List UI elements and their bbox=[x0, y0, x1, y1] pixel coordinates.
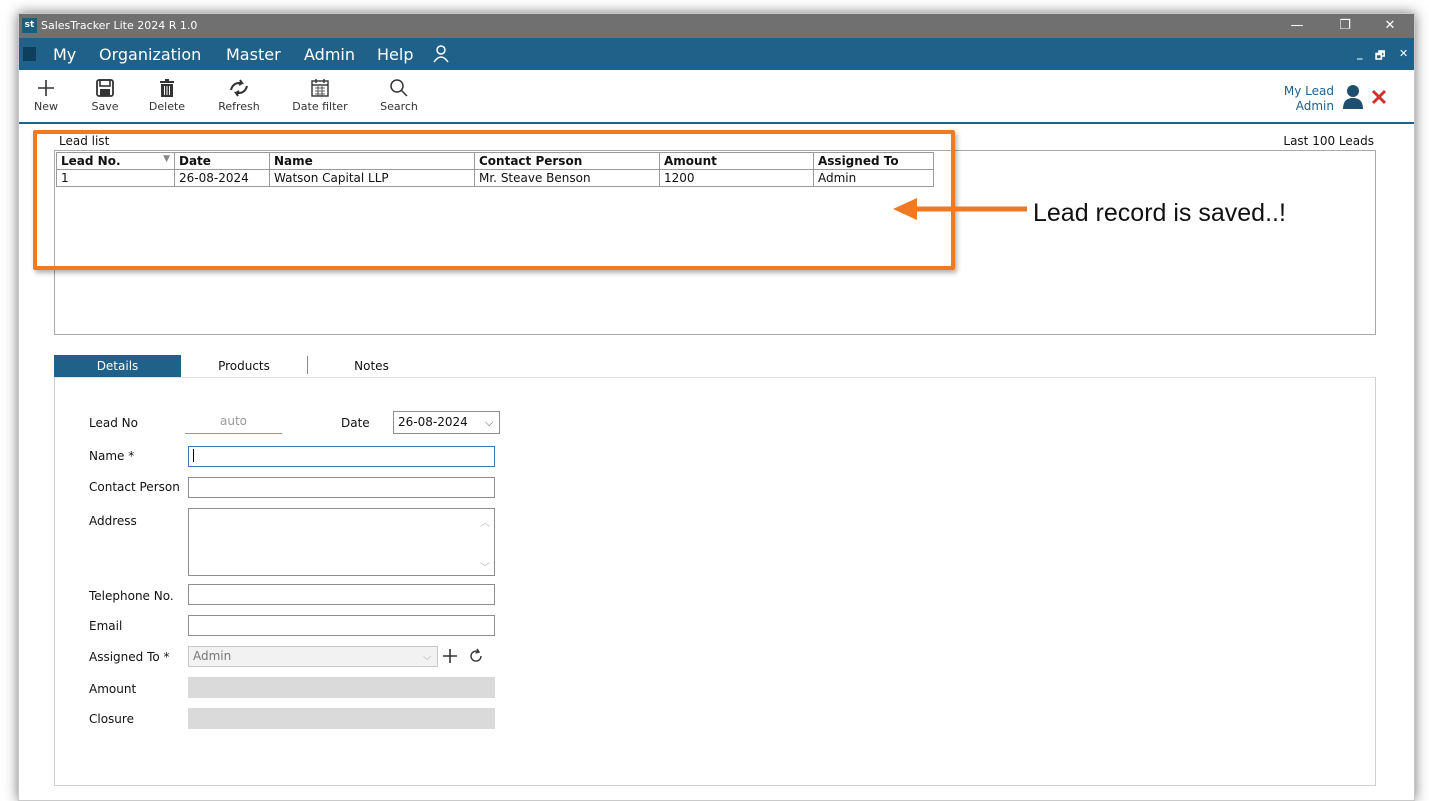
telephone-label: Telephone No. bbox=[89, 589, 174, 603]
toolbar-divider bbox=[19, 122, 1414, 124]
search-icon bbox=[390, 79, 408, 97]
menu-app-icon bbox=[23, 47, 36, 61]
save-disk-icon bbox=[96, 79, 114, 97]
email-input[interactable] bbox=[188, 615, 495, 636]
date-filter-button[interactable]: Date filter bbox=[289, 78, 351, 113]
trash-icon bbox=[160, 79, 174, 97]
search-button[interactable]: Search bbox=[377, 78, 421, 113]
scroll-down-icon[interactable]: ﹀ bbox=[480, 559, 490, 574]
search-label: Search bbox=[380, 100, 418, 113]
delete-label: Delete bbox=[148, 100, 186, 113]
menu-bar: My Organization Master Admin Help _ 🗗 ✕ bbox=[19, 38, 1414, 70]
text-cursor bbox=[193, 449, 194, 462]
closure-label: Closure bbox=[89, 712, 134, 726]
close-form-icon[interactable] bbox=[1370, 88, 1388, 106]
chevron-down-icon[interactable]: ⌵ bbox=[485, 416, 493, 430]
amount-label: Amount bbox=[89, 682, 137, 696]
contact-person-input[interactable] bbox=[188, 477, 495, 498]
date-label: Date bbox=[341, 416, 370, 430]
window-restore-button[interactable]: ❐ bbox=[1330, 17, 1360, 35]
reload-assignee-icon[interactable] bbox=[468, 648, 484, 664]
tab-separator bbox=[307, 356, 308, 374]
mdi-close-button[interactable]: ✕ bbox=[1399, 47, 1408, 60]
user-avatar-icon[interactable] bbox=[1342, 84, 1364, 110]
mdi-restore-button[interactable]: 🗗 bbox=[1375, 47, 1385, 66]
name-input[interactable] bbox=[188, 446, 495, 467]
add-assignee-plus-icon[interactable] bbox=[442, 648, 458, 664]
menu-my[interactable]: My bbox=[53, 45, 76, 64]
date-filter-label: Date filter bbox=[292, 100, 348, 113]
telephone-input[interactable] bbox=[188, 584, 495, 605]
closure-input bbox=[188, 708, 495, 729]
new-label: New bbox=[34, 100, 58, 113]
assigned-to-select[interactable]: Admin bbox=[188, 646, 438, 667]
date-picker[interactable]: 26-08-2024 bbox=[393, 411, 500, 434]
scroll-up-icon[interactable]: ︿ bbox=[480, 514, 490, 529]
delete-button[interactable]: Delete bbox=[145, 78, 189, 113]
mdi-minimize-button[interactable]: _ bbox=[1357, 47, 1363, 60]
window-title: SalesTracker Lite 2024 R 1.0 bbox=[41, 19, 198, 32]
contact-person-label: Contact Person bbox=[89, 480, 180, 494]
user-name: Admin bbox=[1295, 99, 1334, 113]
plus-icon bbox=[38, 80, 54, 96]
refresh-label: Refresh bbox=[218, 100, 260, 113]
app-window: st SalesTracker Lite 2024 R 1.0 — ❐ ✕ My… bbox=[18, 13, 1415, 801]
toolbar: New Save Delete Refresh Date filter Sear… bbox=[19, 70, 1414, 122]
lead-no-label: Lead No bbox=[89, 416, 138, 430]
new-button[interactable]: New bbox=[31, 78, 61, 113]
address-label: Address bbox=[89, 514, 137, 528]
module-name: My Lead bbox=[1283, 84, 1334, 98]
assigned-to-label: Assigned To * bbox=[89, 650, 170, 664]
callout-text: Lead record is saved..! bbox=[1033, 199, 1286, 227]
user-profile-icon[interactable] bbox=[432, 44, 450, 64]
menu-master[interactable]: Master bbox=[226, 45, 281, 64]
window-close-button[interactable]: ✕ bbox=[1375, 17, 1405, 35]
refresh-button[interactable]: Refresh bbox=[215, 78, 263, 113]
last-leads-label: Last 100 Leads bbox=[1283, 134, 1374, 148]
menu-organization[interactable]: Organization bbox=[99, 45, 201, 64]
highlight-box bbox=[33, 130, 955, 270]
save-button[interactable]: Save bbox=[87, 78, 123, 113]
menu-admin[interactable]: Admin bbox=[304, 45, 355, 64]
callout-arrow-icon bbox=[893, 198, 1027, 220]
name-label: Name * bbox=[89, 449, 135, 463]
tab-details[interactable]: Details bbox=[54, 355, 181, 377]
window-minimize-button[interactable]: — bbox=[1282, 17, 1312, 35]
tab-products[interactable]: Products bbox=[189, 355, 299, 377]
app-logo-icon: st bbox=[22, 18, 37, 33]
assigned-chevron-down-icon[interactable]: ⌵ bbox=[423, 650, 431, 664]
refresh-icon bbox=[230, 79, 248, 97]
address-textarea[interactable] bbox=[188, 508, 495, 576]
title-bar: st SalesTracker Lite 2024 R 1.0 — ❐ ✕ bbox=[19, 14, 1414, 38]
tab-notes[interactable]: Notes bbox=[319, 355, 424, 377]
calendar-icon bbox=[311, 79, 329, 97]
amount-input bbox=[188, 677, 495, 698]
lead-no-field: auto bbox=[185, 414, 282, 434]
email-label: Email bbox=[89, 619, 123, 633]
menu-help[interactable]: Help bbox=[377, 45, 413, 64]
save-label: Save bbox=[91, 100, 119, 113]
